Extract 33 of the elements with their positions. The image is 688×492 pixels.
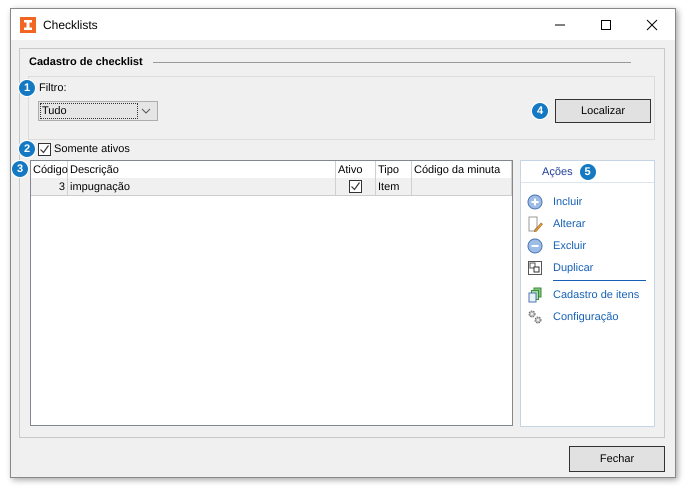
search-button[interactable]: Localizar [555, 98, 651, 122]
maximize-icon[interactable] [600, 18, 612, 30]
panel-title: Ações [542, 166, 573, 178]
pencil-page-icon [527, 216, 543, 232]
action-link[interactable]: Excluir [553, 240, 586, 252]
step-marker: 2 [18, 140, 36, 158]
chevron-down-icon [141, 108, 151, 114]
step-marker: 3 [11, 160, 29, 178]
checkbox-label[interactable]: Somente ativos [54, 143, 130, 156]
minus-circle-icon [527, 238, 543, 254]
close-button[interactable]: Fechar [569, 446, 665, 472]
step-marker: 1 [18, 78, 36, 96]
action-link[interactable]: Configuração [553, 311, 618, 323]
action-link[interactable]: Cadastro de itens [553, 289, 640, 301]
checkbox[interactable] [38, 142, 51, 156]
window-title: Checklists [43, 18, 98, 32]
action-link[interactable]: Alterar [553, 218, 586, 230]
action-link[interactable]: Duplicar [553, 262, 594, 274]
table-cell: impugnação [68, 178, 336, 195]
table-cell: 3 [31, 178, 68, 195]
duplicate-icon [527, 260, 543, 276]
group-title: Cadastro de checklist [29, 56, 143, 68]
table-cell: Item [376, 178, 412, 195]
app-logo-icon [20, 16, 36, 32]
plus-circle-icon [527, 194, 543, 210]
close-icon[interactable] [646, 18, 658, 30]
step-marker: 4 [531, 102, 549, 120]
action-link[interactable]: Incluir [553, 196, 582, 208]
filter-label: Filtro: [39, 82, 66, 94]
filter-dropdown[interactable]: Tudo [38, 100, 158, 120]
stacked-pages-icon [527, 287, 543, 303]
gears-icon [527, 309, 543, 325]
step-marker: 5 [578, 162, 597, 180]
